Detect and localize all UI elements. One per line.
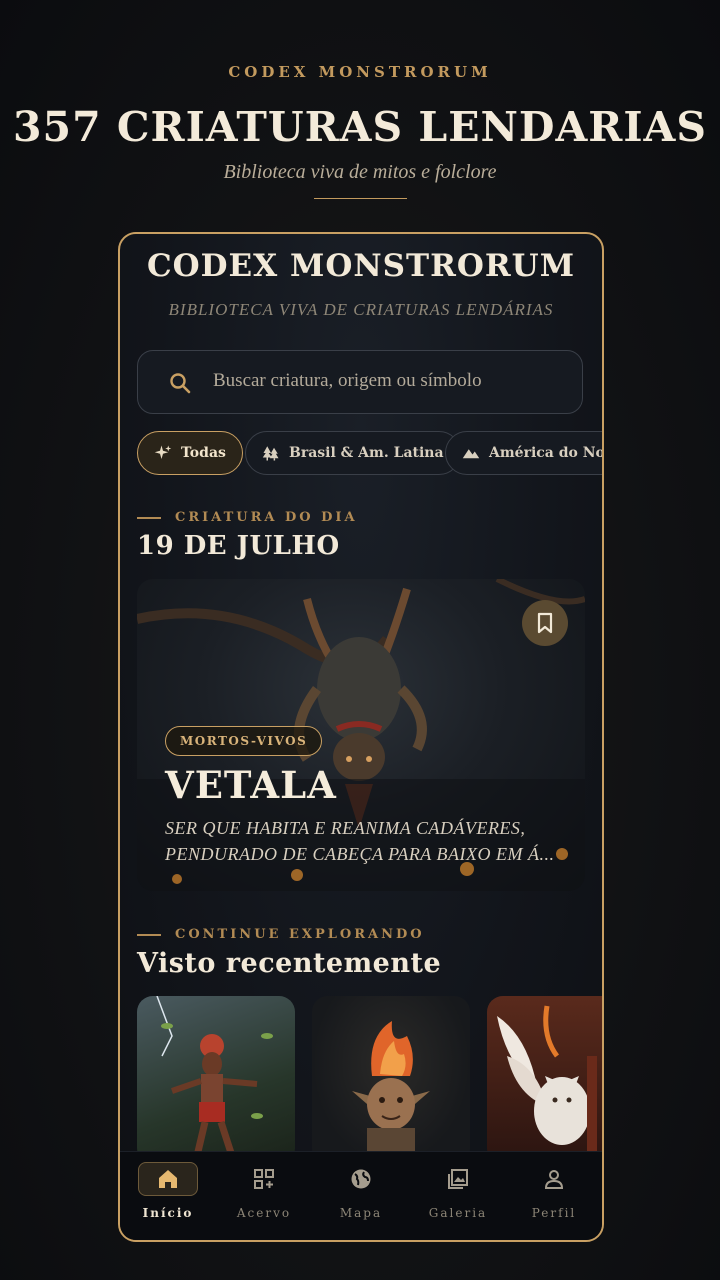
nav-perfil[interactable]: Perfil xyxy=(514,1162,594,1232)
nav-label: Perfil xyxy=(531,1206,577,1220)
bottom-navigation: Início Acervo Mapa Galeria Perfil xyxy=(120,1151,602,1240)
person-icon xyxy=(544,1170,564,1189)
nav-acervo[interactable]: Acervo xyxy=(224,1162,304,1232)
recent-thumb-2[interactable] xyxy=(312,996,470,1164)
recent-creatures-row xyxy=(137,996,602,1166)
nav-label: Mapa xyxy=(339,1206,383,1220)
nav-galeria[interactable]: Galeria xyxy=(418,1162,498,1232)
recent-section-label: CONTINUE EXPLORANDO xyxy=(137,927,425,942)
mountain-icon xyxy=(462,449,480,459)
creature-thumbnail-2 xyxy=(352,1021,430,1164)
chip-label: América do Norte xyxy=(489,445,602,461)
chip-todas[interactable]: Todas xyxy=(137,431,243,475)
creature-thumbnail-3 xyxy=(497,1005,597,1164)
nav-icon-wrap xyxy=(234,1162,294,1196)
creature-name: VETALA xyxy=(165,763,337,807)
creature-category-tag: MORTOS-VIVOS xyxy=(165,726,323,756)
chip-america-do-norte[interactable]: América do Norte xyxy=(445,431,602,475)
nav-icon-wrap xyxy=(331,1162,391,1196)
featured-date: 19 DE JULHO xyxy=(137,531,340,561)
nav-mapa[interactable]: Mapa xyxy=(321,1162,401,1232)
search-icon xyxy=(170,373,191,394)
label-dash xyxy=(137,933,161,936)
bookmark-icon xyxy=(537,612,553,634)
featured-section-label: CRIATURA DO DIA xyxy=(137,510,358,525)
chip-label: Todas xyxy=(181,445,226,461)
search-input[interactable]: Buscar criatura, origem ou símbolo xyxy=(137,350,583,414)
trees-icon xyxy=(262,446,279,461)
chip-brasil[interactable]: Brasil & Am. Latina xyxy=(245,431,461,475)
featured-label-text: CRIATURA DO DIA xyxy=(175,510,358,525)
label-dash xyxy=(137,516,161,519)
featured-creature-card[interactable]: MORTOS-VIVOS VETALA Ser que habita e rea… xyxy=(137,579,585,891)
bookmark-button[interactable] xyxy=(522,600,568,646)
app-subtitle: Biblioteca viva de criaturas lendárias xyxy=(168,300,554,319)
recent-thumb-3[interactable] xyxy=(487,996,602,1164)
promo-headline: 357 CRIATURAS LENDARIAS xyxy=(13,103,707,151)
creature-thumbnail-1 xyxy=(156,996,273,1158)
phone-frame: CODEX MONSTRORUM Biblioteca viva de cria… xyxy=(118,232,604,1242)
nav-label: Acervo xyxy=(236,1206,292,1220)
recent-title: Visto recentemente xyxy=(137,948,442,979)
globe-icon xyxy=(351,1169,371,1189)
promo-tagline: Biblioteca viva de mitos e folclore xyxy=(223,161,497,183)
promo-eyebrow: CODEX MONSTRORUM xyxy=(228,63,492,81)
grid-add-icon xyxy=(254,1169,274,1189)
home-icon xyxy=(159,1170,177,1188)
recent-thumb-1[interactable] xyxy=(137,996,295,1164)
nav-icon-wrap xyxy=(138,1162,198,1196)
recent-label-text: CONTINUE EXPLORANDO xyxy=(175,927,425,942)
promo-divider xyxy=(314,198,407,199)
creature-description: Ser que habita e reanima cadáveres, pend… xyxy=(165,818,555,864)
chip-label: Brasil & Am. Latina xyxy=(289,445,444,461)
gallery-icon xyxy=(448,1169,468,1189)
search-placeholder: Buscar criatura, origem ou símbolo xyxy=(213,370,482,391)
region-filter-chips: Todas Brasil & Am. Latina América do Nor… xyxy=(137,431,602,477)
nav-inicio[interactable]: Início xyxy=(128,1162,208,1232)
nav-icon-wrap xyxy=(428,1162,488,1196)
nav-label: Início xyxy=(142,1206,194,1220)
app-title: CODEX MONSTRORUM xyxy=(146,248,576,284)
nav-icon-wrap xyxy=(524,1162,584,1196)
nav-label: Galeria xyxy=(428,1206,488,1220)
sparkle-icon xyxy=(154,445,172,459)
